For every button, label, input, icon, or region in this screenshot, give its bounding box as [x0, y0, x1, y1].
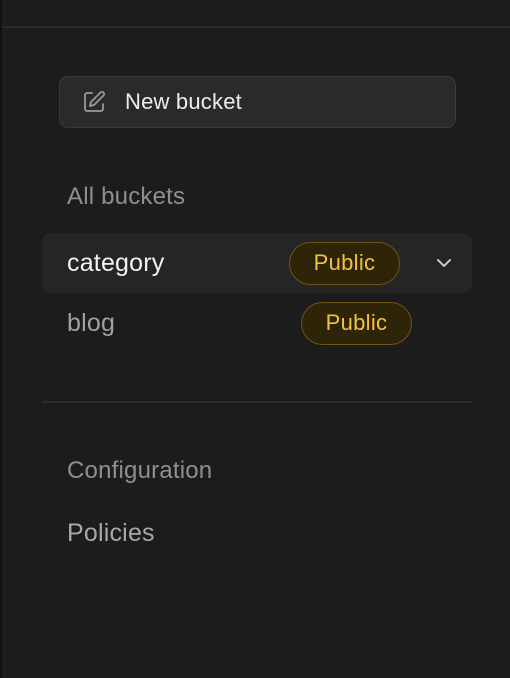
chevron-down-icon[interactable] [432, 251, 456, 275]
new-bucket-button[interactable]: New bucket [59, 76, 456, 128]
top-divider [2, 26, 510, 28]
public-badge: Public [301, 301, 412, 345]
all-buckets-heading: All buckets [67, 183, 186, 210]
policies-link[interactable]: Policies [67, 519, 155, 548]
public-badge: Public [289, 241, 400, 285]
configuration-heading: Configuration [67, 457, 213, 484]
sidebar-top-strip [2, 0, 510, 26]
bucket-item-category[interactable]: category Public [42, 233, 472, 293]
storage-sidebar: New bucket All buckets category Public b… [0, 0, 510, 678]
bucket-name: category [67, 248, 165, 277]
section-divider [42, 401, 472, 403]
new-bucket-label: New bucket [125, 89, 242, 114]
sidebar-left-edge [0, 0, 2, 678]
bucket-item-blog[interactable]: blog Public [42, 293, 472, 353]
edit-icon [81, 89, 107, 115]
bucket-name: blog [67, 308, 116, 337]
